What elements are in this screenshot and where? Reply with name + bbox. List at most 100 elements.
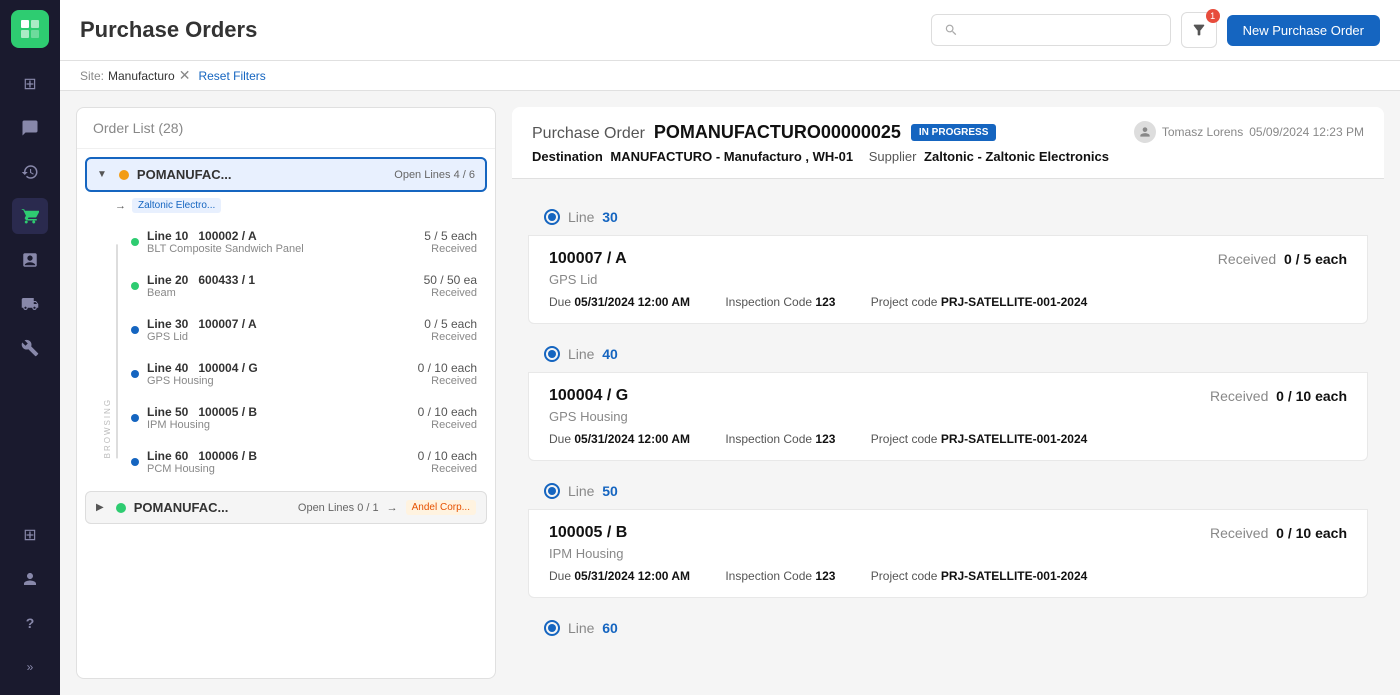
line-card-50: 100005 / B Received 0 / 10 each IPM Hous…	[528, 509, 1368, 598]
line-dot-30	[131, 326, 139, 334]
line-status-20: Received	[424, 287, 477, 299]
inspection-30: Inspection Code 123	[725, 295, 835, 309]
due-label-50: Due 05/31/2024 12:00 AM	[549, 569, 690, 583]
line-section-60: Line 60	[528, 610, 1368, 646]
due-label-40: Due 05/31/2024 12:00 AM	[549, 432, 690, 446]
line-desc-40: GPS Housing	[147, 375, 418, 387]
line-qty-60: 0 / 10 each Received	[418, 449, 477, 475]
site-filter-remove[interactable]: ✕	[179, 67, 191, 84]
line-item-30[interactable]: Line 30 100007 / A GPS Lid 0 / 5 each Re…	[121, 309, 487, 351]
line-section-label-50: Line 50	[568, 483, 618, 499]
sidebar-chat[interactable]	[12, 110, 48, 146]
line-info-60: Line 60 100006 / B PCM Housing	[147, 449, 418, 475]
line-name-30: Line 30 100007 / A	[147, 317, 424, 331]
line-status-50: Received	[418, 419, 477, 431]
detail-prefix: Purchase Order POMANUFACTURO00000025	[532, 122, 901, 143]
line-card-meta-30: Due 05/31/2024 12:00 AM Inspection Code …	[549, 295, 1347, 309]
project-30: Project code PRJ-SATELLITE-001-2024	[871, 295, 1088, 309]
line-section-header-30: Line 30	[528, 199, 1368, 235]
search-box	[931, 14, 1171, 46]
sidebar-help[interactable]: ?	[12, 605, 48, 641]
user-info: Tomasz Lorens 05/09/2024 12:23 PM	[1134, 121, 1364, 143]
line-card-received-30: Received 0 / 5 each	[1218, 251, 1347, 267]
supplier-value: Zaltonic - Zaltonic Electronics	[924, 149, 1109, 164]
line-section-header-60: Line 60	[528, 610, 1368, 646]
sidebar-tools[interactable]	[12, 330, 48, 366]
project-50: Project code PRJ-SATELLITE-001-2024	[871, 569, 1088, 583]
sidebar-expand[interactable]: »	[12, 649, 48, 685]
line-section-label-40: Line 40	[568, 346, 618, 362]
sidebar-history[interactable]	[12, 154, 48, 190]
line-item-60[interactable]: Line 60 100006 / B PCM Housing 0 / 10 ea…	[121, 441, 487, 483]
line-section-50: Line 50 100005 / B Received 0 / 10 each …	[528, 473, 1368, 598]
po-group-1-subheader: → Zaltonic Electro...	[85, 194, 487, 217]
sidebar-user[interactable]	[12, 561, 48, 597]
line-dot-60	[131, 458, 139, 466]
line-card-code-50: 100005 / B	[549, 524, 627, 542]
line-section-40: Line 40 100004 / G Received 0 / 10 each …	[528, 336, 1368, 461]
sidebar-dashboard[interactable]: ⊞	[12, 66, 48, 102]
po-supplier-tag-2: Andel Corp...	[406, 500, 476, 515]
line-item-10[interactable]: Line 10 100002 / A BLT Composite Sandwic…	[121, 221, 487, 263]
line-card-desc-30: GPS Lid	[549, 272, 1347, 287]
detail-title-row: Purchase Order POMANUFACTURO00000025 IN …	[532, 121, 1364, 143]
detail-header: Purchase Order POMANUFACTURO00000025 IN …	[512, 107, 1384, 179]
search-input[interactable]	[966, 22, 1158, 38]
detail-panel: Purchase Order POMANUFACTURO00000025 IN …	[512, 107, 1384, 679]
filter-icon	[1191, 22, 1207, 38]
po-chevron-2-icon: ▶	[96, 502, 104, 513]
po-supplier-tag-1: Zaltonic Electro...	[132, 198, 221, 213]
search-icon	[944, 22, 958, 38]
po-group-1-header[interactable]: ▼ POMANUFAC... Open Lines 4 / 6	[85, 157, 487, 192]
line-card-desc-50: IPM Housing	[549, 546, 1347, 561]
line-radio-40	[544, 346, 560, 362]
content-area: Order List (28) ▼ POMANUFAC... Open Line…	[60, 91, 1400, 695]
line-qty-10: 5 / 5 each Received	[424, 229, 477, 255]
order-list-header: Order List (28)	[77, 108, 495, 149]
po-arrow-2: →	[387, 502, 398, 514]
line-card-code-30: 100007 / A	[549, 250, 627, 268]
po-group-1-name: POMANUFAC...	[137, 167, 386, 182]
line-status-40: Received	[418, 375, 477, 387]
line-section-30: Line 30 100007 / A Received 0 / 5 each G…	[528, 199, 1368, 324]
filter-button[interactable]: 1	[1181, 12, 1217, 48]
line-dot-50	[131, 414, 139, 422]
order-list-body: ▼ POMANUFAC... Open Lines 4 / 6 → Zalton…	[77, 149, 495, 678]
po-dot	[119, 170, 129, 180]
line-qty-40: 0 / 10 each Received	[418, 361, 477, 387]
detail-meta: Destination MANUFACTURO - Manufacturo , …	[532, 149, 1364, 164]
line-desc-30: GPS Lid	[147, 331, 424, 343]
line-item-20[interactable]: Line 20 600433 / 1 Beam 50 / 50 ea Recei…	[121, 265, 487, 307]
sidebar-truck[interactable]	[12, 286, 48, 322]
line-qty-50: 0 / 10 each Received	[418, 405, 477, 431]
po-lines-container: BROWSING Line 10 100002 / A BLT Composit…	[85, 217, 487, 485]
sidebar-orders[interactable]	[12, 198, 48, 234]
line-qty-val-60: 0 / 10 each	[418, 449, 477, 463]
line-qty-val-20: 50 / 50 ea	[424, 273, 477, 287]
line-info-10: Line 10 100002 / A BLT Composite Sandwic…	[147, 229, 424, 255]
line-status-60: Received	[418, 463, 477, 475]
po-arrow: →	[115, 200, 126, 212]
line-section-label-60: Line 60	[568, 620, 618, 636]
line-info-30: Line 30 100007 / A GPS Lid	[147, 317, 424, 343]
po-group-2-header[interactable]: ▶ POMANUFAC... Open Lines 0 / 1 → Andel …	[85, 491, 487, 524]
sidebar-grid[interactable]: ⊞	[12, 517, 48, 553]
sidebar-inventory[interactable]	[12, 242, 48, 278]
line-card-40: 100004 / G Received 0 / 10 each GPS Hous…	[528, 372, 1368, 461]
line-item-40[interactable]: Line 40 100004 / G GPS Housing 0 / 10 ea…	[121, 353, 487, 395]
app-logo	[11, 10, 49, 48]
po-group-2-lines: Open Lines 0 / 1	[298, 502, 379, 514]
line-qty-val-50: 0 / 10 each	[418, 405, 477, 419]
line-name-50: Line 50 100005 / B	[147, 405, 418, 419]
line-items-list: Line 10 100002 / A BLT Composite Sandwic…	[85, 221, 487, 485]
filter-badge: 1	[1206, 9, 1220, 23]
destination-value: MANUFACTURO - Manufacturo , WH-01	[610, 149, 853, 164]
reset-filters-link[interactable]: Reset Filters	[198, 69, 265, 83]
line-card-title-row-40: 100004 / G Received 0 / 10 each	[549, 387, 1347, 405]
line-item-50[interactable]: Line 50 100005 / B IPM Housing 0 / 10 ea…	[121, 397, 487, 439]
project-40: Project code PRJ-SATELLITE-001-2024	[871, 432, 1088, 446]
line-info-40: Line 40 100004 / G GPS Housing	[147, 361, 418, 387]
order-list-title: Order List	[93, 120, 154, 136]
new-po-button[interactable]: New Purchase Order	[1227, 15, 1380, 46]
main-area: Purchase Orders 1 New Purchase Order Sit…	[60, 0, 1400, 695]
